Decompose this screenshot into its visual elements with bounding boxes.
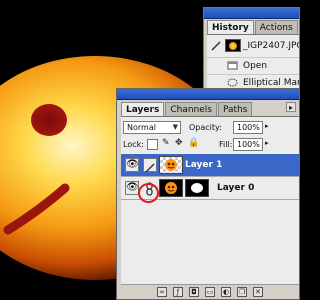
tab-channels[interactable]: Channels [165,102,217,116]
chevron-down-icon: ▼ [172,123,178,131]
layer-style-icon[interactable]: ƒ [173,287,183,297]
history-titlebar[interactable] [204,8,299,19]
fill-field[interactable]: 100% [233,138,263,151]
eye-visibility-icon[interactable]: 👁 [125,181,139,195]
history-brush-icon[interactable] [211,41,221,51]
layers-body: Normal ▼ Opacity: 100% ▸ Lock: ✎ ✥ 🔒 Fil… [121,116,299,299]
layer-row-layer-1[interactable]: 👁 Layer 1 [121,154,299,177]
snapshot-thumbnail [225,39,241,52]
opacity-value: 100% [237,123,260,132]
layer-thumbnail [159,179,183,197]
opacity-arrow-icon[interactable]: ▸ [265,122,269,130]
snapshot-name: _IGP2407.JPG [243,41,300,51]
open-step-icon [227,60,238,71]
layer-row-layer-0[interactable]: 👁 Layer 0 [121,177,299,203]
opacity-label: Opacity: [189,123,222,132]
lock-all-icon[interactable]: 🔒 [188,138,199,148]
layers-bottom-toolbar: ∞ ƒ ◘ ▭ ◐ ❐ ✕ [121,284,299,299]
layer-name: Layer 0 [217,183,255,193]
layer-mask-thumbnail[interactable] [185,179,209,197]
adjustment-layer-icon[interactable]: ◐ [221,287,231,297]
elliptical-marquee-icon [227,77,238,88]
layer-thumbnail [159,156,183,174]
new-layer-icon[interactable]: ❐ [237,287,247,297]
lock-transparency-checkbox[interactable] [147,139,158,150]
link-layers-icon[interactable]: ∞ [157,287,167,297]
lock-position-move-icon[interactable]: ✥ [175,138,183,148]
blend-mode-select[interactable]: Normal ▼ [123,121,181,134]
layers-titlebar[interactable] [117,89,299,100]
panel-menu-icon[interactable]: ▸ [286,102,296,112]
add-mask-icon[interactable]: ◘ [189,287,199,297]
history-step-label: Open [243,61,268,71]
fill-value: 100% [237,140,260,149]
tab-paths[interactable]: Paths [217,102,253,116]
fill-arrow-icon[interactable]: ▸ [265,139,269,147]
layers-panel: Layers Channels Paths ▸ Normal ▼ Opacity… [116,88,300,300]
blend-mode-value: Normal [127,123,156,132]
new-group-icon[interactable]: ▭ [205,287,215,297]
brush-edit-icon[interactable] [143,158,157,173]
fill-label: Fill: [219,140,233,149]
history-step[interactable]: Open [207,58,299,75]
trash-icon[interactable]: ✕ [253,287,263,297]
tab-actions[interactable]: Actions [254,20,298,34]
history-step-label: Elliptical Marque [243,78,300,88]
tab-history[interactable]: History [207,20,254,34]
tab-layers[interactable]: Layers [121,102,165,116]
history-snapshot[interactable]: _IGP2407.JPG [207,35,299,58]
eye-visibility-icon[interactable]: 👁 [125,158,139,172]
highlight-circle [138,183,159,203]
lock-image-brush-icon[interactable]: ✎ [162,138,170,148]
lock-label: Lock: [123,140,144,149]
opacity-field[interactable]: 100% [233,121,263,134]
layer-name: Layer 1 [185,160,223,170]
